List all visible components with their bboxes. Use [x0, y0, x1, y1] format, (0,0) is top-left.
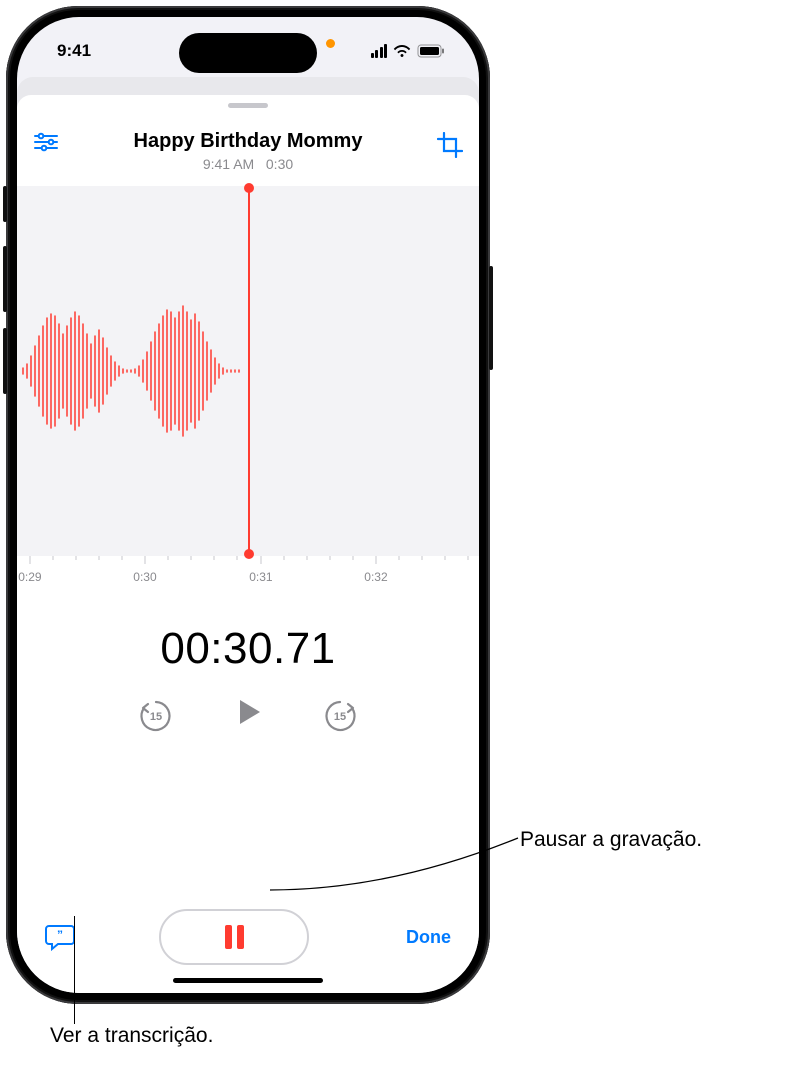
callout-transcript-label: Ver a transcrição. — [50, 1024, 213, 1048]
recording-subtitle: 9:41 AM 0:30 — [29, 156, 467, 172]
volume-up-button — [3, 246, 7, 312]
sheet-grabber[interactable] — [228, 103, 268, 108]
ruler-label: 0:29 — [18, 570, 41, 584]
ruler-label: 0:31 — [249, 570, 272, 584]
status-time: 9:41 — [57, 41, 91, 61]
transport-controls: 15 15 — [17, 692, 479, 737]
recording-header: Happy Birthday Mommy 9:41 AM 0:30 — [17, 112, 479, 180]
crop-button[interactable] — [437, 132, 463, 158]
callout-pause-line — [270, 838, 520, 898]
recording-duration: 0:30 — [266, 156, 293, 172]
volume-down-button — [3, 328, 7, 394]
wifi-icon — [393, 44, 411, 58]
options-button[interactable] — [33, 132, 59, 152]
elapsed-timer: 00:30.71 — [17, 624, 479, 674]
svg-text:”: ” — [57, 928, 63, 942]
svg-text:15: 15 — [150, 711, 162, 723]
dynamic-island — [179, 33, 317, 73]
callout-pause-label: Pausar a gravação. — [520, 828, 702, 852]
microphone-indicator-dot — [326, 39, 335, 48]
side-button — [3, 186, 7, 222]
pause-recording-button[interactable] — [159, 909, 309, 965]
status-icons — [371, 44, 446, 58]
done-button[interactable]: Done — [391, 927, 451, 948]
skip-forward-15-button[interactable]: 15 — [320, 695, 360, 735]
svg-text:15: 15 — [334, 711, 346, 723]
time-ruler[interactable]: 0:29 0:30 0:31 0:32 — [17, 556, 479, 598]
ruler-label: 0:32 — [364, 570, 387, 584]
pause-icon — [225, 925, 244, 949]
skip-back-15-button[interactable]: 15 — [136, 695, 176, 735]
home-indicator[interactable] — [173, 978, 323, 983]
battery-icon — [417, 44, 445, 58]
power-button — [489, 266, 493, 370]
waveform-area[interactable] — [17, 186, 479, 556]
transcript-button[interactable]: ” — [45, 923, 77, 951]
recording-title[interactable]: Happy Birthday Mommy — [29, 130, 467, 153]
play-button[interactable] — [228, 692, 268, 737]
callout-transcript-line — [74, 916, 75, 1024]
playhead[interactable] — [248, 188, 250, 554]
ruler-label: 0:30 — [133, 570, 156, 584]
cellular-icon — [371, 44, 388, 58]
recording-time: 9:41 AM — [203, 156, 254, 172]
